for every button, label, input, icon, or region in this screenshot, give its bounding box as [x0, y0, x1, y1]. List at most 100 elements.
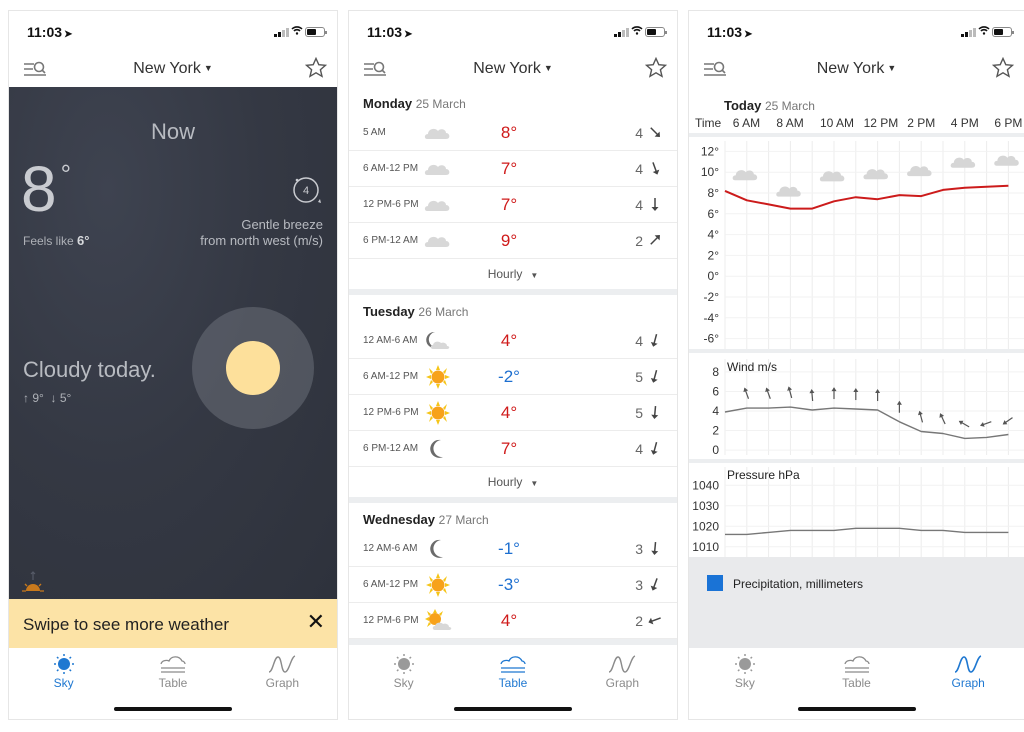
- weather-summary: Cloudy today.: [23, 357, 156, 382]
- wind-speed: 2: [635, 233, 643, 249]
- forecast-row[interactable]: 12 PM-6 PM 4° 2: [349, 603, 677, 639]
- period-label: 12 AM-6 AM: [363, 543, 418, 554]
- forecast-row[interactable]: 12 AM-6 AM 4° 4: [349, 323, 677, 359]
- wind-arrow-icon: [831, 387, 837, 400]
- tab-sky[interactable]: Sky: [9, 648, 118, 698]
- day-date: 27 March: [438, 513, 489, 527]
- y-tick-label: 12°: [701, 144, 719, 158]
- wind-arrow-icon: [647, 332, 663, 348]
- temperature-value: -1°: [498, 539, 520, 558]
- tab-label: Graph: [951, 676, 985, 690]
- tab-bar: Sky Table Graph: [689, 648, 1024, 698]
- home-indicator[interactable]: [454, 707, 572, 711]
- period-label: 12 PM-6 PM: [363, 407, 419, 418]
- precipitation-legend: Precipitation, millimeters: [689, 557, 1024, 648]
- wind-direction-icon: 4: [293, 177, 321, 203]
- hourly-label: Hourly: [487, 267, 523, 281]
- wind-arrow-icon: [647, 404, 663, 420]
- panel-title: Pressure hPa: [727, 468, 800, 482]
- forecast-table[interactable]: Monday 25 March 5 AM 8° 4 6 AM-12 PM 7° 4 12 PM…: [349, 87, 677, 648]
- wind-arrow-icon: [875, 389, 881, 402]
- forecast-row[interactable]: 6 AM-12 PM -2° 5: [349, 359, 677, 395]
- period-label: 12 PM-6 PM: [363, 199, 419, 210]
- forecast-row[interactable]: 12 PM-6 PM 7° 4: [349, 187, 677, 223]
- status-time: 11:03 ➤: [27, 24, 73, 40]
- location-selector[interactable]: New York ▼: [349, 60, 677, 78]
- wind-speed: 5: [635, 405, 643, 421]
- battery-icon: [992, 27, 1014, 37]
- svg-text:4: 4: [303, 185, 309, 197]
- cloud-icon: [423, 193, 453, 217]
- sun-icon: [423, 573, 453, 597]
- y-tick-label: 10°: [701, 165, 719, 179]
- forecast-row[interactable]: 12 PM-6 PM 4° 5: [349, 395, 677, 431]
- day-heading: Monday 25 March: [349, 87, 677, 115]
- favorite-star-icon[interactable]: [645, 57, 667, 79]
- wave-icon: [269, 655, 296, 673]
- day-heading: Tuesday 26 March: [349, 295, 677, 323]
- wind-speed: 4: [635, 125, 643, 141]
- series-line: [724, 184, 1009, 210]
- home-indicator[interactable]: [797, 707, 916, 711]
- tab-sky[interactable]: Sky: [349, 648, 458, 698]
- tab-graph[interactable]: Graph: [568, 648, 677, 698]
- forecast-row[interactable]: 6 PM-12 AM 9° 2: [349, 223, 677, 259]
- location-selector[interactable]: New York ▼: [9, 60, 337, 78]
- tab-graph[interactable]: Graph: [228, 648, 337, 698]
- y-tick-label: -2°: [704, 290, 720, 304]
- wind-arrow-icon: [958, 420, 970, 428]
- cloud-icon: [994, 155, 1019, 166]
- tab-table[interactable]: Table: [801, 648, 913, 698]
- wind-speed: 4: [635, 197, 643, 213]
- y-tick-label: 1020: [692, 519, 719, 533]
- series-line: [725, 527, 1009, 536]
- cloud-lines-icon: [843, 656, 870, 673]
- nav-bar: New York ▼: [349, 51, 677, 87]
- favorite-star-icon[interactable]: [305, 57, 327, 79]
- forecast-row[interactable]: 5 AM 8° 4: [349, 115, 677, 151]
- hourly-toggle[interactable]: Hourly ▼: [349, 259, 677, 289]
- tab-sky[interactable]: Sky: [689, 648, 801, 698]
- day-heading: Wednesday 27 March: [349, 503, 677, 531]
- favorite-star-icon[interactable]: [992, 57, 1014, 79]
- day-section: Wednesday 27 March 12 AM-6 AM -1° 3 6 AM-12 …: [349, 503, 677, 645]
- status-bar: 11:03 ➤: [9, 11, 337, 51]
- sun-icon: [226, 341, 280, 395]
- tab-table[interactable]: Table: [118, 648, 227, 698]
- tab-bar: Sky Table Graph: [9, 648, 337, 698]
- home-indicator[interactable]: [114, 707, 232, 711]
- wave-icon: [609, 655, 636, 673]
- tab-label: Table: [158, 676, 188, 690]
- tab-table[interactable]: Table: [458, 648, 567, 698]
- forecast-row[interactable]: 12 AM-6 AM -1° 3: [349, 531, 677, 567]
- location-selector[interactable]: New York ▼: [689, 60, 1024, 78]
- panel-title: Wind m/s: [727, 360, 777, 374]
- wind-arrow-icon: [980, 421, 992, 427]
- day-name: Wednesday: [363, 512, 436, 527]
- tab-label: Graph: [265, 676, 299, 690]
- sky-panel: Now 8 ° Feels like 6° 4 Gentle breeze from…: [9, 87, 337, 599]
- tab-graph[interactable]: Graph: [912, 648, 1024, 698]
- sun-cloud-icon: [423, 609, 453, 633]
- status-bar: 11:03 ➤: [349, 11, 677, 51]
- wind-arrow-icon: [1002, 417, 1013, 425]
- wave-icon: [954, 655, 982, 673]
- wind-arrow-icon: [647, 540, 663, 556]
- forecast-row[interactable]: 6 AM-12 PM 7° 4: [349, 151, 677, 187]
- wind-speed: 4: [635, 441, 643, 457]
- period-label: 6 AM-12 PM: [363, 579, 419, 590]
- panel-divider: [689, 459, 1024, 463]
- forecast-row[interactable]: 6 PM-12 AM 7° 4: [349, 431, 677, 467]
- feels-like: Feels like 6°: [23, 233, 90, 248]
- swipe-hint-banner: Swipe to see more weather ✕: [9, 599, 337, 648]
- forecast-row[interactable]: 6 AM-12 PM -3° 3: [349, 567, 677, 603]
- y-tick-label: 8°: [708, 186, 720, 200]
- cloud-icon: [423, 157, 453, 181]
- phone-graph-view: 11:03 ➤ New York ▼ Today 25 March Time 6 A…: [688, 10, 1024, 720]
- wind-arrow-icon: [853, 388, 859, 401]
- status-bar: 11:03 ➤: [689, 11, 1024, 51]
- graph-panel[interactable]: Today 25 March Time 6 AM 8 AM 10 AM 12 PM 2 …: [689, 87, 1024, 648]
- hourly-toggle[interactable]: Hourly ▼: [349, 467, 677, 497]
- close-icon[interactable]: ✕: [307, 609, 325, 635]
- period-label: 5 AM: [363, 127, 386, 138]
